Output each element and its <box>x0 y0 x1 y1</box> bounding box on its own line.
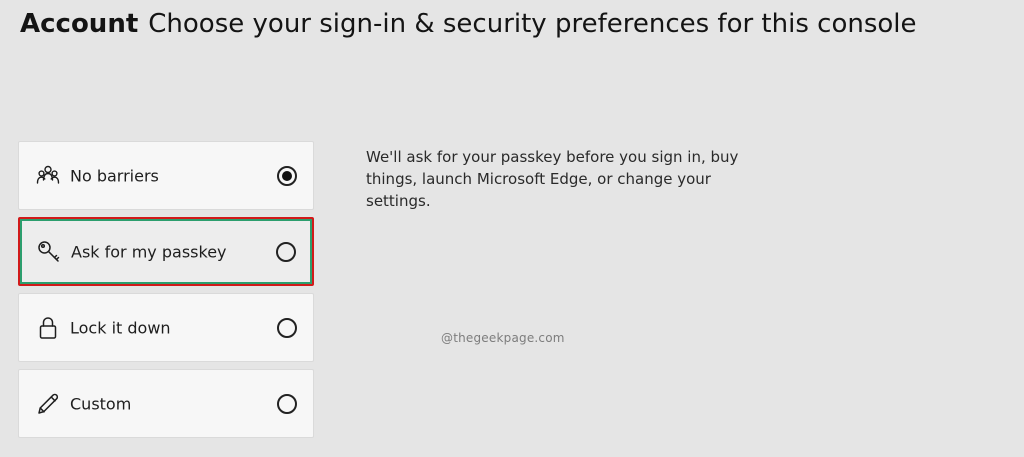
page-header: Account Choose your sign-in & security pr… <box>20 4 917 44</box>
radio-button[interactable] <box>277 393 297 414</box>
people-icon <box>35 163 61 189</box>
key-icon <box>36 239 62 265</box>
option-lock-it-down[interactable]: Lock it down <box>18 293 314 362</box>
radio-button[interactable] <box>276 241 296 262</box>
option-label: Custom <box>70 394 132 413</box>
option-label: Lock it down <box>70 318 171 337</box>
option-description: We'll ask for your passkey before you si… <box>366 148 739 210</box>
option-label: No barriers <box>70 166 159 185</box>
option-no-barriers[interactable]: No barriers <box>18 141 314 210</box>
security-options-list: No barriers Ask for my passkey Lock it d… <box>18 141 316 445</box>
option-custom[interactable]: Custom <box>18 369 314 438</box>
option-ask-for-passkey[interactable]: Ask for my passkey <box>18 217 314 286</box>
lock-icon <box>35 315 61 341</box>
radio-button-selected[interactable] <box>277 165 297 186</box>
option-label: Ask for my passkey <box>71 242 227 261</box>
pencil-icon <box>35 391 61 417</box>
page-title: Choose your sign-in & security preferenc… <box>148 9 917 39</box>
section-title: Account <box>20 9 139 39</box>
watermark: @thegeekpage.com <box>441 331 565 345</box>
radio-button[interactable] <box>277 317 297 338</box>
